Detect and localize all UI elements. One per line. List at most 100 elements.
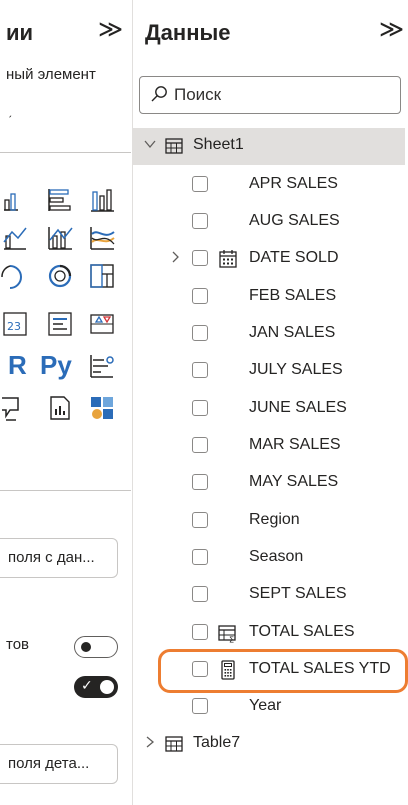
toggle-label-fragment: тов xyxy=(6,636,30,653)
treemap-icon[interactable] xyxy=(88,262,116,290)
field-name: FEB SALES xyxy=(249,287,337,304)
field-row[interactable]: AUG SALES xyxy=(133,203,405,240)
drillthrough-field-well[interactable]: поля дета... xyxy=(0,744,118,784)
table-icon xyxy=(165,736,183,752)
field-checkbox[interactable] xyxy=(192,624,208,640)
table-name: Table7 xyxy=(193,734,241,751)
data-pane: Данные ≫ Sheet1 APR SALES AUG SALES xyxy=(132,0,408,805)
field-checkbox[interactable] xyxy=(192,474,208,490)
collapse-visualizations-button[interactable]: ≫ xyxy=(98,18,123,42)
r-script-visual-icon[interactable]: R xyxy=(8,350,27,381)
field-checkbox[interactable] xyxy=(192,213,208,229)
field-checkbox[interactable] xyxy=(192,586,208,602)
collapse-data-pane-button[interactable]: ≫ xyxy=(379,18,404,42)
visualizations-pane: ии ≫ ный элемент ˏ 23 R Py поля с дан...… xyxy=(0,0,131,805)
field-name: MAY SALES xyxy=(249,473,339,490)
multi-row-card-icon[interactable] xyxy=(46,310,74,338)
field-row[interactable]: MAR SALES xyxy=(133,427,405,464)
search-box[interactable] xyxy=(139,76,401,114)
donut-chart-icon[interactable] xyxy=(46,262,74,290)
table-icon xyxy=(165,138,183,154)
values-field-well[interactable]: поля с дан... xyxy=(0,538,118,578)
line-and-stacked-column-chart-icon[interactable] xyxy=(46,224,74,252)
table-sheet1[interactable]: Sheet1 xyxy=(133,128,405,165)
field-checkbox[interactable] xyxy=(192,325,208,341)
field-row[interactable]: Year xyxy=(133,688,405,725)
field-name: TOTAL SALES xyxy=(249,623,355,640)
field-checkbox[interactable] xyxy=(192,362,208,378)
python-visual-icon[interactable]: Py xyxy=(40,350,72,381)
stacked-bar-chart-icon[interactable] xyxy=(46,186,74,214)
field-name: DATE SOLD xyxy=(249,249,339,266)
calculated-column-icon: Σ xyxy=(218,625,236,644)
toggle-off[interactable] xyxy=(74,636,118,658)
field-name: JULY SALES xyxy=(249,361,343,378)
pie-chart-icon[interactable] xyxy=(0,262,28,290)
search-input[interactable] xyxy=(174,83,394,107)
viz-row-2 xyxy=(0,224,131,256)
visual-subtitle-fragment: ный элемент xyxy=(6,66,96,83)
field-row[interactable]: Season xyxy=(133,539,405,576)
field-checkbox[interactable] xyxy=(192,512,208,528)
ribbon-chart-icon[interactable] xyxy=(88,224,116,252)
field-name: Season xyxy=(249,548,304,565)
svg-text:Σ: Σ xyxy=(229,636,234,644)
field-name: MAR SALES xyxy=(249,436,341,453)
field-row[interactable]: JULY SALES xyxy=(133,352,405,389)
field-checkbox[interactable] xyxy=(192,250,208,266)
card-icon[interactable]: 23 xyxy=(2,310,30,338)
kpi-icon[interactable] xyxy=(88,310,116,338)
chevron-right-icon[interactable] xyxy=(169,251,181,263)
field-name: JUNE SALES xyxy=(249,399,347,416)
field-row[interactable]: MAY SALES xyxy=(133,464,405,501)
chevron-down-icon[interactable] xyxy=(143,137,157,151)
field-checkbox[interactable] xyxy=(192,437,208,453)
field-row[interactable]: Σ TOTAL SALES xyxy=(133,614,405,651)
chevron-right-icon[interactable] xyxy=(143,735,157,749)
field-name: Region xyxy=(249,511,300,528)
table-table7[interactable]: Table7 xyxy=(133,726,405,763)
line-and-column-chart-icon[interactable] xyxy=(2,224,30,252)
field-checkbox[interactable] xyxy=(192,400,208,416)
data-pane-title: Данные xyxy=(145,20,231,45)
power-apps-icon[interactable] xyxy=(88,394,116,422)
toggle-knob xyxy=(100,680,114,694)
table-name: Sheet1 xyxy=(193,136,244,153)
field-row[interactable]: Region xyxy=(133,502,405,539)
viz-row-4: 23 xyxy=(0,310,131,342)
field-row[interactable]: APR SALES xyxy=(133,166,405,203)
divider xyxy=(0,490,131,491)
toggle-knob xyxy=(81,642,91,652)
field-checkbox[interactable] xyxy=(192,549,208,565)
field-row-date-sold[interactable]: DATE SOLD xyxy=(133,240,405,277)
visualizations-title-fragment: ии xyxy=(6,20,34,45)
check-icon: ✓ xyxy=(81,677,93,693)
clustered-column-chart-icon[interactable] xyxy=(2,186,30,214)
viz-row-6 xyxy=(0,394,131,426)
search-icon xyxy=(151,86,167,102)
field-row[interactable]: JUNE SALES xyxy=(133,390,405,427)
field-checkbox[interactable] xyxy=(192,698,208,714)
field-row[interactable]: FEB SALES xyxy=(133,278,405,315)
calendar-icon xyxy=(219,250,237,268)
field-checkbox[interactable] xyxy=(192,288,208,304)
field-checkbox[interactable] xyxy=(192,176,208,192)
field-row[interactable]: JAN SALES xyxy=(133,315,405,352)
highlight-annotation xyxy=(158,649,408,693)
field-name: JAN SALES xyxy=(249,324,336,341)
divider xyxy=(0,152,131,153)
field-name: AUG SALES xyxy=(249,212,340,229)
toggle-on[interactable]: ✓ xyxy=(74,676,118,698)
key-influencers-icon[interactable] xyxy=(88,352,116,380)
field-name: Year xyxy=(249,697,282,714)
small-mark: ˏ xyxy=(8,104,12,118)
stacked-column-chart-icon[interactable] xyxy=(88,186,116,214)
paginated-report-icon[interactable] xyxy=(46,394,74,422)
viz-row-5: R Py xyxy=(0,350,131,384)
field-row[interactable]: SEPT SALES xyxy=(133,576,405,613)
qa-visual-icon[interactable] xyxy=(0,394,28,422)
field-name: APR SALES xyxy=(249,175,338,192)
svg-text:23: 23 xyxy=(7,320,21,333)
viz-row-3 xyxy=(0,262,131,294)
viz-row-1 xyxy=(0,186,131,218)
